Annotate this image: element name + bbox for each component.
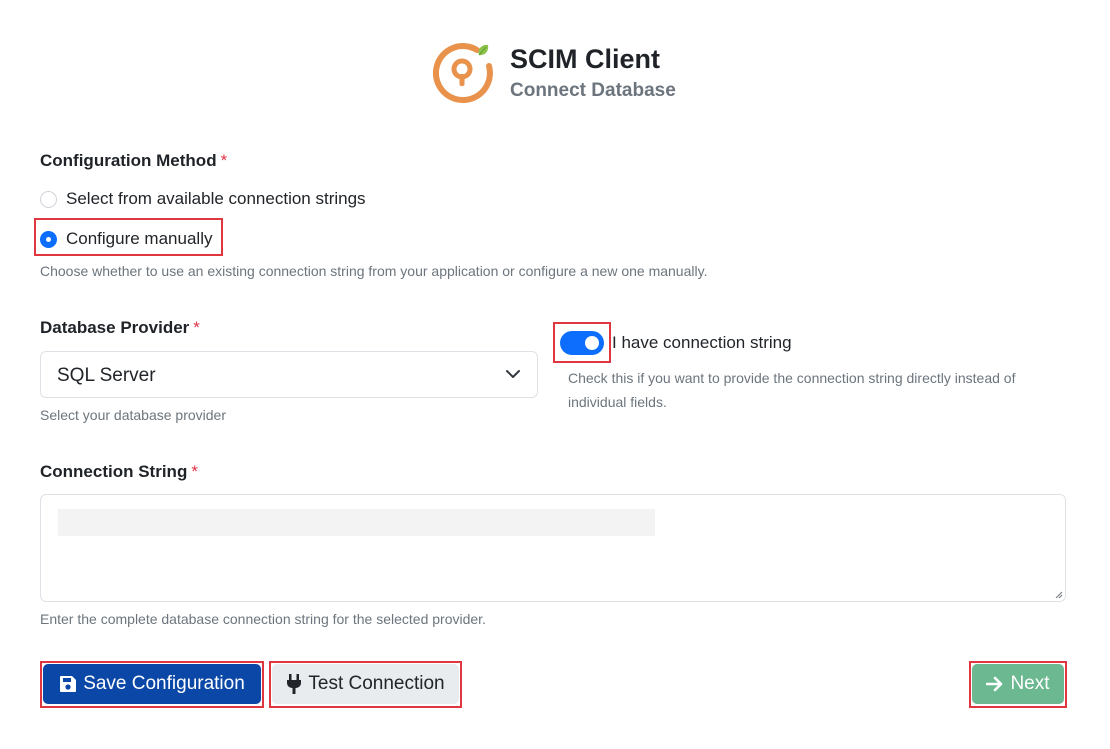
- save-configuration-button[interactable]: Save Configuration: [43, 664, 261, 704]
- radio-configure-manually[interactable]: [40, 230, 57, 248]
- test-connection-label: Test Connection: [308, 673, 445, 694]
- connection-string-help: Enter the complete database connection s…: [40, 611, 486, 627]
- radio-available-strings-label[interactable]: Select from available connection strings: [66, 189, 366, 209]
- floppy-disk-icon: [60, 676, 77, 692]
- plug-icon: [287, 674, 302, 694]
- keyhole-ring-logo-icon: [433, 43, 493, 104]
- connection-string-textarea[interactable]: [40, 494, 1066, 602]
- database-provider-select[interactable]: SQL Server: [40, 351, 538, 398]
- test-connection-button[interactable]: Test Connection: [272, 664, 459, 704]
- database-provider-label-text: Database Provider: [40, 318, 190, 337]
- radio-available-strings[interactable]: [40, 190, 57, 208]
- required-mark: *: [220, 151, 228, 170]
- radio-option-configure-manually[interactable]: Configure manually: [40, 227, 212, 251]
- connection-string-toggle-label[interactable]: I have connection string: [612, 333, 792, 353]
- redacted-connection-string: [58, 509, 655, 536]
- required-mark: *: [191, 462, 198, 481]
- required-mark: *: [193, 318, 200, 337]
- connection-string-toggle[interactable]: [560, 331, 604, 355]
- radio-configure-manually-label[interactable]: Configure manually: [66, 229, 212, 249]
- connection-string-toggle-help: Check this if you want to provide the co…: [568, 370, 1016, 410]
- database-provider-value: SQL Server: [57, 365, 156, 386]
- radio-option-available-strings[interactable]: Select from available connection strings: [40, 187, 366, 211]
- arrow-right-icon: [986, 676, 1003, 692]
- next-label: Next: [1010, 673, 1050, 694]
- connection-string-label-text: Connection String: [40, 462, 188, 481]
- page-header: SCIM Client Connect Database: [433, 42, 713, 104]
- next-button[interactable]: Next: [972, 664, 1064, 704]
- resize-grip-icon[interactable]: [1053, 589, 1063, 599]
- chevron-down-icon: [506, 370, 520, 378]
- config-method-label: Configuration Method *: [40, 151, 227, 171]
- save-configuration-label: Save Configuration: [83, 673, 245, 694]
- connection-string-label: Connection String *: [40, 462, 198, 482]
- database-provider-help: Select your database provider: [40, 407, 226, 423]
- app-subtitle: Connect Database: [510, 80, 676, 101]
- config-method-help: Choose whether to use an existing connec…: [40, 263, 708, 279]
- database-provider-label: Database Provider *: [40, 318, 200, 338]
- app-title: SCIM Client: [510, 44, 661, 74]
- toggle-knob: [585, 336, 599, 350]
- config-method-label-text: Configuration Method: [40, 151, 217, 170]
